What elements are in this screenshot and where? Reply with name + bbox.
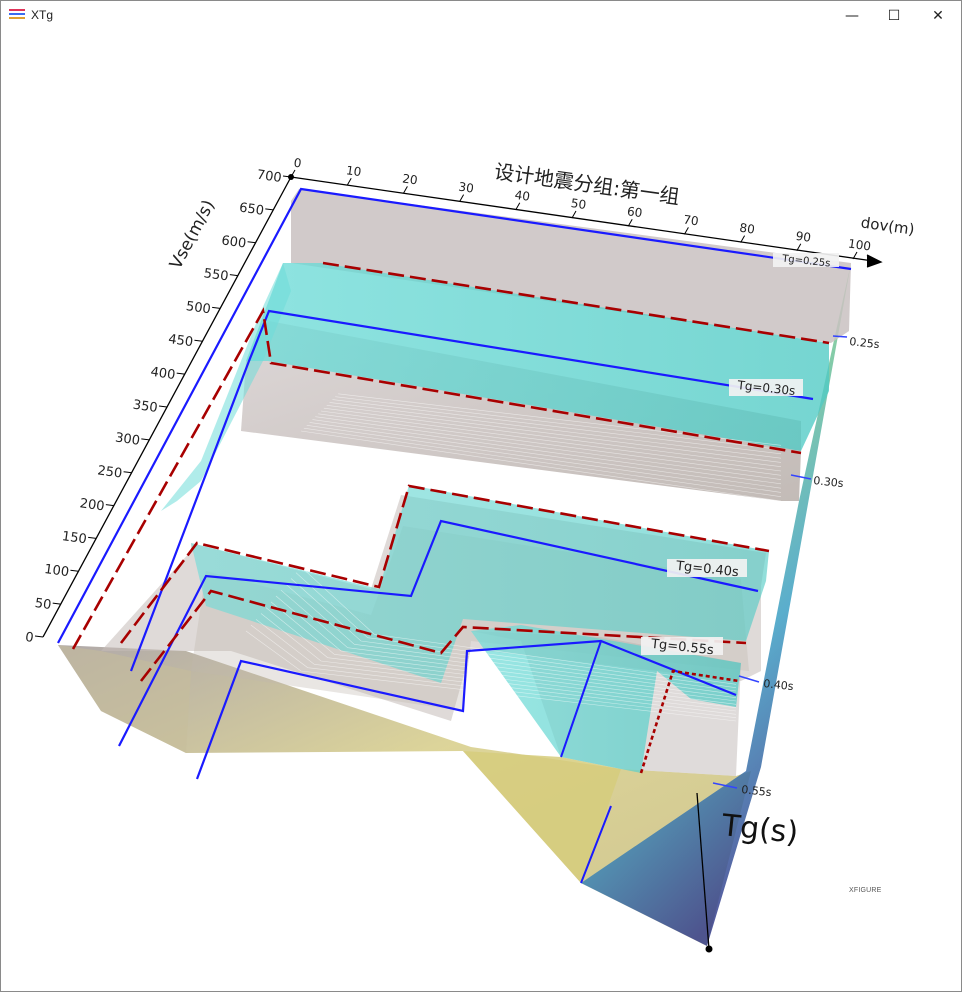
z-tick-025 bbox=[832, 335, 848, 338]
x-tick-label: 50 bbox=[570, 196, 587, 212]
y-tick-label: 50 bbox=[34, 596, 52, 613]
y-tick-mark bbox=[265, 208, 274, 211]
y-tick-label: 200 bbox=[79, 496, 106, 514]
y-tick-mark bbox=[194, 339, 203, 342]
y-tick-label: 0 bbox=[24, 630, 34, 646]
y-tick-label: 600 bbox=[220, 233, 247, 251]
watermark-label: XFIGURE bbox=[849, 887, 882, 894]
y-tick-mark bbox=[105, 504, 114, 507]
y-tick-mark bbox=[70, 569, 79, 572]
maximize-button[interactable]: ☐ bbox=[871, 1, 917, 31]
z-axis-end-dot bbox=[705, 945, 713, 953]
x-tick-label: 30 bbox=[458, 180, 475, 196]
window-title: XTg bbox=[31, 8, 54, 22]
y-tick-label: 450 bbox=[167, 332, 194, 350]
y-tick-label: 550 bbox=[203, 266, 230, 284]
y-tick-mark bbox=[176, 372, 185, 375]
x-tick-mark bbox=[571, 210, 577, 219]
minimize-button[interactable]: — bbox=[829, 1, 875, 31]
z-tick-label-030: 0.30s bbox=[813, 474, 845, 490]
y-tick-mark bbox=[229, 274, 238, 277]
y-tick-mark bbox=[123, 471, 132, 474]
x-tick-mark bbox=[627, 218, 633, 227]
y-tick-mark bbox=[158, 405, 168, 408]
app-window: XTg — ☐ ✕ 0 10 20 30 40 50 60 70 80 90 1… bbox=[0, 0, 962, 992]
x-tick-label: 20 bbox=[401, 171, 418, 187]
x-tick-mark bbox=[683, 227, 689, 235]
y-axis-label: Vse(m/s) bbox=[166, 197, 219, 273]
x-tick-label: 0 bbox=[293, 156, 303, 171]
x-axis-label: dov(m) bbox=[860, 213, 916, 238]
z-tick-label-025: 0.25s bbox=[849, 335, 881, 351]
x-tick-mark bbox=[515, 202, 521, 211]
x-axis-arrow bbox=[866, 254, 883, 268]
y-tick-label: 100 bbox=[43, 562, 70, 580]
x-tick-mark bbox=[346, 177, 352, 186]
y-tick-label: 150 bbox=[61, 529, 88, 547]
y-tick-mark bbox=[212, 306, 221, 309]
x-tick-mark bbox=[459, 194, 465, 202]
title-bar[interactable]: XTg — ☐ ✕ bbox=[1, 1, 961, 31]
close-button[interactable]: ✕ bbox=[915, 1, 961, 31]
x-tick-label: 80 bbox=[739, 221, 756, 237]
y-tick-label: 650 bbox=[238, 201, 265, 219]
y-tick-mark bbox=[88, 536, 97, 539]
y-tick-label: 350 bbox=[132, 398, 159, 416]
x-tick-label: 100 bbox=[847, 237, 872, 254]
x-tick-label: 90 bbox=[795, 229, 812, 245]
y-tick-mark bbox=[52, 602, 61, 605]
surface-chart[interactable]: 0 10 20 30 40 50 60 70 80 90 100 0 50 100 150 200 250 30… bbox=[1, 31, 961, 991]
y-tick-label: 400 bbox=[150, 365, 177, 383]
y-tick-label: 300 bbox=[114, 431, 141, 449]
x-tick-label: 70 bbox=[682, 212, 699, 228]
y-tick-mark bbox=[141, 438, 150, 441]
y-tick-mark bbox=[247, 241, 256, 244]
y-tick-label: 500 bbox=[185, 299, 212, 317]
x-tick-label: 60 bbox=[626, 204, 643, 220]
y-tick-label: 700 bbox=[256, 168, 283, 186]
x-tick-label: 10 bbox=[345, 163, 362, 179]
app-stripes-icon bbox=[9, 9, 25, 23]
x-tick-mark bbox=[402, 186, 408, 194]
y-tick-label: 250 bbox=[96, 463, 123, 481]
x-tick-label: 40 bbox=[514, 188, 531, 204]
y-tick-mark bbox=[34, 635, 44, 638]
